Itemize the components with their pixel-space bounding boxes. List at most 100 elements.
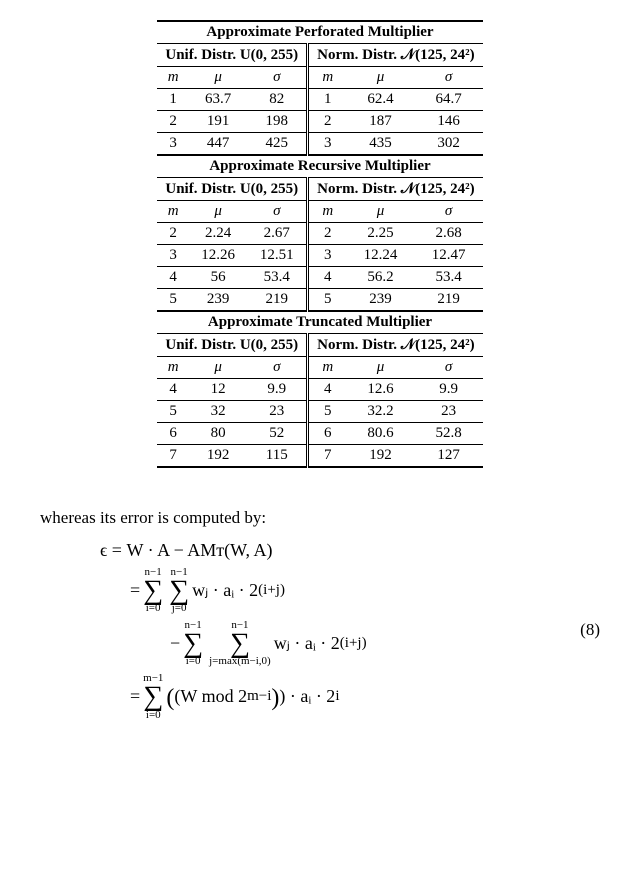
data-cell: 53.4 [415, 267, 483, 289]
data-cell: 63.7 [189, 89, 247, 111]
data-cell: 23 [247, 401, 307, 423]
data-cell: 3 [157, 133, 189, 156]
data-cell: 32.2 [346, 401, 414, 423]
data-cell: 2 [308, 223, 347, 245]
sum-symbol: n−1 ∑ j=0 [169, 567, 189, 614]
data-cell: 4 [308, 379, 347, 401]
eq-text: wⱼ · aᵢ · 2 [274, 633, 340, 654]
data-cell: 191 [189, 111, 247, 133]
eq-sup: i [335, 688, 339, 705]
data-cell: 12.6 [346, 379, 414, 401]
data-cell: 447 [189, 133, 247, 156]
data-cell: 1 [157, 89, 189, 111]
data-cell: 2 [157, 223, 189, 245]
eq-text: (W mod 2 [174, 686, 247, 707]
data-cell: 127 [415, 445, 483, 468]
data-cell: 302 [415, 133, 483, 156]
sum-symbol: n−1 ∑ j=max(m−i,0) [209, 620, 271, 667]
col-header: σ [415, 201, 483, 223]
data-cell: 3 [308, 133, 347, 156]
col-header: σ [415, 67, 483, 89]
data-cell: 7 [308, 445, 347, 468]
data-cell: 4 [308, 267, 347, 289]
eq-line-2: = n−1 ∑ i=0 n−1 ∑ j=0 wⱼ · aᵢ · 2(i+j) [40, 567, 367, 614]
data-cell: 7 [157, 445, 189, 468]
data-cell: 2 [308, 111, 347, 133]
data-cell: 12 [189, 379, 247, 401]
data-cell: 56 [189, 267, 247, 289]
equation-block: ϵ = W · A − AMᴛ(W, A) = n−1 ∑ i=0 n−1 ∑ … [40, 534, 600, 727]
data-cell: 12.24 [346, 245, 414, 267]
paren-icon: ) [271, 689, 279, 708]
col-header: σ [247, 357, 307, 379]
col-header: m [157, 67, 189, 89]
data-cell: 2.24 [189, 223, 247, 245]
data-cell: 2.68 [415, 223, 483, 245]
col-header: μ [189, 357, 247, 379]
data-cell: 6 [157, 423, 189, 445]
sum-symbol: n−1 ∑ i=0 [183, 620, 203, 667]
col-header: m [157, 201, 189, 223]
section-title: Approximate Perforated Multiplier [157, 21, 482, 44]
data-cell: 3 [308, 245, 347, 267]
data-cell: 198 [247, 111, 307, 133]
data-cell: 52 [247, 423, 307, 445]
data-cell: 64.7 [415, 89, 483, 111]
data-cell: 187 [346, 111, 414, 133]
eq-text: wⱼ · aᵢ · 2 [192, 580, 258, 601]
data-cell: 1 [308, 89, 347, 111]
data-cell: 12.26 [189, 245, 247, 267]
eq-line-3: − n−1 ∑ i=0 n−1 ∑ j=max(m−i,0) wⱼ · aᵢ ·… [40, 620, 367, 667]
col-header: μ [346, 67, 414, 89]
eq-text: ϵ = W · A − AMᴛ(W, A) [100, 540, 272, 561]
data-cell: 32 [189, 401, 247, 423]
data-cell: 3 [157, 245, 189, 267]
data-cell: 56.2 [346, 267, 414, 289]
data-cell: 425 [247, 133, 307, 156]
col-header: m [308, 67, 347, 89]
col-header: m [157, 357, 189, 379]
col-header: μ [189, 201, 247, 223]
data-cell: 192 [346, 445, 414, 468]
data-cell: 5 [157, 401, 189, 423]
data-cell: 82 [247, 89, 307, 111]
norm-dist-label: Norm. Distr. 𝒩(125, 24²) [308, 334, 483, 357]
sum-symbol: n−1 ∑ i=0 [143, 567, 163, 614]
col-header: m [308, 201, 347, 223]
eq-line-1: ϵ = W · A − AMᴛ(W, A) [40, 540, 367, 561]
data-cell: 219 [415, 289, 483, 312]
data-cell: 5 [308, 401, 347, 423]
col-header: m [308, 357, 347, 379]
eq-line-4: = m−1 ∑ i=0 ( (W mod 2m−i)) · aᵢ · 2i [40, 673, 367, 720]
data-cell: 146 [415, 111, 483, 133]
data-cell: 239 [346, 289, 414, 312]
data-cell: 2.25 [346, 223, 414, 245]
data-cell: 80 [189, 423, 247, 445]
unif-dist-label: Unif. Distr. U(0, 255) [157, 44, 307, 67]
data-cell: 115 [247, 445, 307, 468]
equation-number: (8) [580, 620, 600, 640]
data-cell: 435 [346, 133, 414, 156]
unif-dist-label: Unif. Distr. U(0, 255) [157, 334, 307, 357]
eq-text: − [170, 633, 180, 654]
sum-symbol: m−1 ∑ i=0 [143, 673, 163, 720]
eq-text: = [130, 686, 140, 707]
eq-text: ) · aᵢ · 2 [279, 686, 335, 707]
col-header: σ [247, 67, 307, 89]
data-cell: 2 [157, 111, 189, 133]
data-cell: 4 [157, 267, 189, 289]
eq-sup: (i+j) [340, 635, 367, 652]
data-cell: 4 [157, 379, 189, 401]
eq-text: = [130, 580, 140, 601]
norm-dist-label: Norm. Distr. 𝒩(125, 24²) [308, 44, 483, 67]
eq-sup: (i+j) [258, 582, 285, 599]
data-cell: 9.9 [415, 379, 483, 401]
col-header: μ [346, 201, 414, 223]
data-cell: 52.8 [415, 423, 483, 445]
col-header: μ [189, 67, 247, 89]
data-cell: 6 [308, 423, 347, 445]
col-header: σ [415, 357, 483, 379]
error-statistics-table: Approximate Perforated MultiplierUnif. D… [40, 20, 600, 468]
equation-intro-text: whereas its error is computed by: [40, 508, 600, 528]
data-cell: 239 [189, 289, 247, 312]
